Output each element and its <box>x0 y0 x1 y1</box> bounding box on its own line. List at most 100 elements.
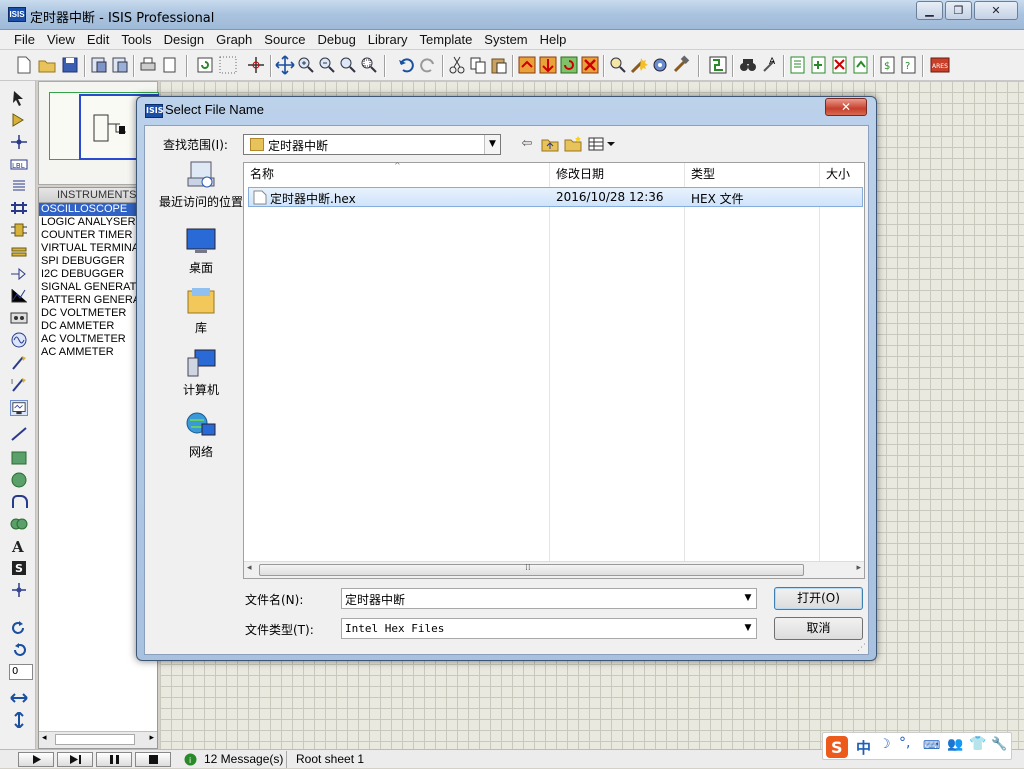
column-modified[interactable]: 修改日期 <box>550 163 685 185</box>
property-tool-icon[interactable]: A <box>760 55 780 75</box>
zoom-out-icon[interactable] <box>317 55 337 75</box>
pause-button[interactable] <box>96 752 132 767</box>
menu-design[interactable]: Design <box>158 30 210 49</box>
exit-to-parent-icon[interactable] <box>851 55 871 75</box>
back-icon[interactable]: ⇦ <box>517 135 537 153</box>
look-in-combo[interactable]: 定时器中断 ▼ <box>243 134 501 155</box>
file-list-hscrollbar[interactable]: ◂ ⁞⁞ ▸ <box>244 561 864 578</box>
menu-source[interactable]: Source <box>258 30 311 49</box>
menu-file[interactable]: File <box>8 30 41 49</box>
erc-report-icon[interactable]: ? <box>899 55 919 75</box>
place-network[interactable]: 网络 <box>153 410 249 460</box>
current-probe-mode-icon[interactable]: I <box>10 376 28 392</box>
terminals-mode-icon[interactable] <box>10 244 28 260</box>
column-type[interactable]: 类型 <box>685 163 820 185</box>
file-row[interactable]: 定时器中断.hex 2016/10/28 12:36 HEX 文件 <box>248 187 863 207</box>
block-move-icon[interactable] <box>538 55 558 75</box>
circle-tool-icon[interactable] <box>10 472 28 488</box>
arc-tool-icon[interactable] <box>10 494 28 510</box>
zoom-area-icon[interactable] <box>359 55 379 75</box>
mirror-vertical-icon[interactable] <box>10 712 28 728</box>
menu-template[interactable]: Template <box>414 30 479 49</box>
rotation-angle-field[interactable]: 0 <box>9 664 33 680</box>
view-menu-icon[interactable] <box>587 135 617 153</box>
redo-icon[interactable] <box>418 55 438 75</box>
keyboard-icon[interactable]: ⌨ <box>923 738 940 752</box>
paste-icon[interactable] <box>489 55 509 75</box>
grid-icon[interactable] <box>218 55 238 75</box>
user-icon[interactable]: 👥 <box>947 737 963 752</box>
block-rotate-icon[interactable] <box>559 55 579 75</box>
file-list[interactable]: 名称 ^ 修改日期 类型 大小 定时器中断.hex 2016/10/28 12:… <box>243 161 865 579</box>
resize-grip-icon[interactable]: ⋰ <box>857 643 866 653</box>
sogou-logo-icon[interactable]: S <box>826 736 848 758</box>
menu-graph[interactable]: Graph <box>210 30 258 49</box>
rotate-clockwise-icon[interactable] <box>10 620 28 636</box>
play-button[interactable] <box>18 752 54 767</box>
filename-input[interactable]: 定时器中断 ▼ <box>341 588 757 609</box>
packaging-tool-icon[interactable] <box>650 55 670 75</box>
menu-help[interactable]: Help <box>534 30 573 49</box>
text-script-mode-icon[interactable] <box>10 178 28 194</box>
close-window-button[interactable]: ✕ <box>974 1 1018 20</box>
refresh-icon[interactable] <box>195 55 215 75</box>
chevron-down-icon[interactable]: ▼ <box>740 589 756 608</box>
ares-netlist-icon[interactable]: ARES <box>930 55 950 75</box>
graph-mode-icon[interactable] <box>10 288 28 304</box>
export-section-icon[interactable] <box>110 55 130 75</box>
maximize-button[interactable]: ❐ <box>945 1 972 20</box>
make-device-icon[interactable] <box>629 55 649 75</box>
menu-system[interactable]: System <box>478 30 533 49</box>
tools-icon[interactable]: 🔧 <box>991 737 1007 752</box>
new-file-icon[interactable] <box>14 55 34 75</box>
stop-button[interactable] <box>135 752 171 767</box>
selection-mode-icon[interactable] <box>10 90 28 106</box>
area-icon[interactable] <box>160 55 180 75</box>
place-recent[interactable]: 最近访问的位置 <box>153 160 249 210</box>
block-delete-icon[interactable] <box>580 55 600 75</box>
place-desktop[interactable]: 桌面 <box>153 226 249 276</box>
junction-mode-icon[interactable] <box>10 134 28 150</box>
pick-device-icon[interactable] <box>608 55 628 75</box>
minimize-button[interactable]: ▁ <box>916 1 943 20</box>
filetype-select[interactable]: Intel Hex Files ▼ <box>341 618 757 639</box>
messages-count[interactable]: 12 Message(s) <box>204 752 283 766</box>
menu-tools[interactable]: Tools <box>115 30 157 49</box>
menu-edit[interactable]: Edit <box>81 30 115 49</box>
open-file-icon[interactable] <box>37 55 57 75</box>
chevron-down-icon[interactable]: ▼ <box>484 135 500 154</box>
text-tool-icon[interactable]: A <box>10 538 28 554</box>
scroll-thumb[interactable]: ⁞⁞ <box>259 563 804 576</box>
voltage-probe-mode-icon[interactable] <box>10 354 28 370</box>
virtual-instruments-mode-icon[interactable] <box>10 400 28 416</box>
undo-icon[interactable] <box>396 55 416 75</box>
bom-report-icon[interactable]: $ <box>878 55 898 75</box>
chevron-down-icon[interactable]: ▼ <box>740 619 756 638</box>
path-tool-icon[interactable] <box>10 516 28 532</box>
rotate-anticlockwise-icon[interactable] <box>10 642 28 658</box>
pan-icon[interactable] <box>275 55 295 75</box>
origin-icon[interactable] <box>246 55 266 75</box>
device-pins-mode-icon[interactable] <box>10 266 28 282</box>
box-tool-icon[interactable] <box>10 450 28 466</box>
buses-mode-icon[interactable] <box>10 200 28 216</box>
component-mode-icon[interactable] <box>10 112 28 128</box>
line-tool-icon[interactable] <box>10 426 28 442</box>
punctuation-icon[interactable]: °, <box>899 735 910 751</box>
new-folder-icon[interactable] <box>563 135 583 153</box>
place-libraries[interactable]: 库 <box>153 286 249 336</box>
add-sheet-icon[interactable] <box>809 55 829 75</box>
zoom-all-icon[interactable] <box>338 55 358 75</box>
mirror-horizontal-icon[interactable] <box>10 690 28 706</box>
copy-icon[interactable] <box>468 55 488 75</box>
up-folder-icon[interactable] <box>540 135 560 153</box>
cut-icon[interactable] <box>447 55 467 75</box>
import-section-icon[interactable] <box>89 55 109 75</box>
ime-mode-label[interactable]: 中 <box>856 737 871 758</box>
scroll-left-icon[interactable]: ◂ <box>42 733 47 743</box>
tape-recorder-mode-icon[interactable] <box>10 310 28 326</box>
generator-mode-icon[interactable] <box>10 332 28 348</box>
remove-sheet-icon[interactable] <box>830 55 850 75</box>
symbol-tool-icon[interactable]: S <box>10 560 28 576</box>
dialog-close-button[interactable]: ✕ <box>825 98 867 116</box>
